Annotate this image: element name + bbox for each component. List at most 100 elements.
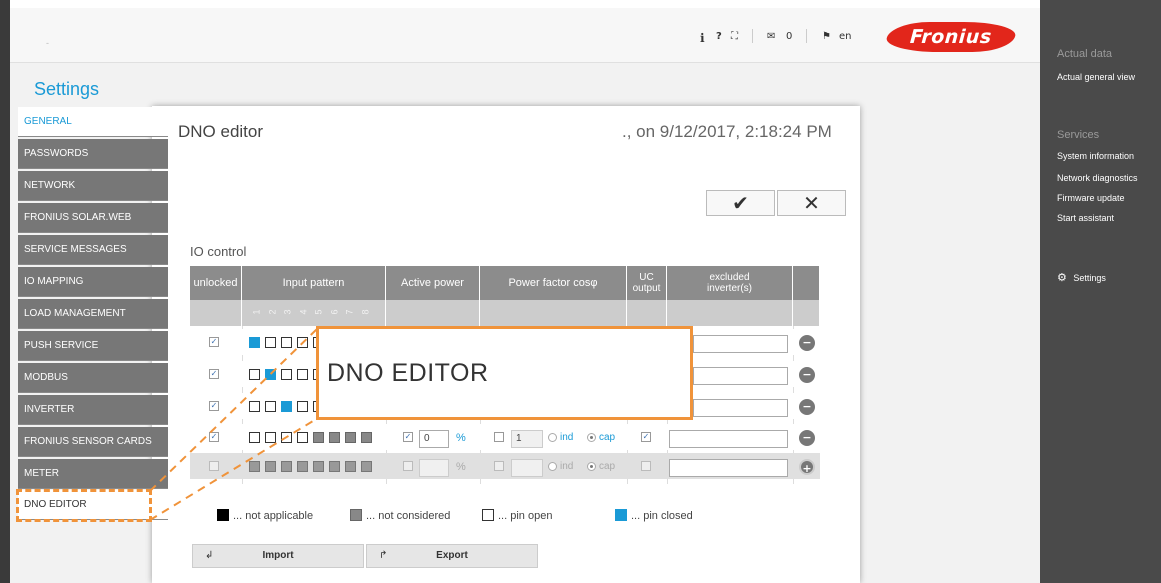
menu-item-io-mapping[interactable]: IO MAPPING [18, 267, 168, 297]
input-pin[interactable] [345, 461, 356, 472]
start-assistant-link[interactable]: Start assistant [1057, 213, 1114, 223]
input-pin[interactable] [249, 461, 260, 472]
uc-output-checkbox[interactable]: ✓ [641, 432, 651, 442]
active-power-checkbox[interactable] [403, 461, 413, 471]
active-power-unit: % [456, 461, 466, 473]
menu-item-fronius-sensor-cards[interactable]: FRONIUS SENSOR CARDS [18, 427, 168, 457]
col-excluded-header: excluded inverter(s) [667, 266, 793, 300]
input-pin[interactable] [265, 432, 276, 443]
input-pin[interactable] [329, 432, 340, 443]
input-pin[interactable] [297, 432, 308, 443]
help-icon[interactable]: ? [716, 31, 722, 42]
excluded-inverters-input[interactable] [693, 335, 788, 353]
excluded-inverters-input[interactable] [693, 399, 788, 417]
input-pin[interactable] [281, 369, 292, 380]
excluded-inverters-input[interactable] [669, 430, 788, 448]
power-factor-input[interactable]: 1 [511, 430, 543, 448]
power-factor-input[interactable] [511, 459, 543, 477]
input-pin[interactable] [329, 461, 340, 472]
menu-item-meter[interactable]: METER [18, 459, 168, 489]
input-pin[interactable] [281, 337, 292, 348]
input-pin[interactable] [249, 401, 260, 412]
menu-item-service-messages[interactable]: SERVICE MESSAGES [18, 235, 168, 265]
power-factor-checkbox[interactable] [494, 461, 504, 471]
power-factor-checkbox[interactable] [494, 432, 504, 442]
input-pin[interactable] [313, 432, 324, 443]
active-power-input[interactable] [419, 459, 449, 477]
input-pin[interactable] [281, 432, 292, 443]
menu-item-fronius-solar-web[interactable]: FRONIUS SOLAR.WEB [18, 203, 168, 233]
ind-radio[interactable] [548, 433, 557, 442]
fullscreen-icon[interactable]: ⛶ [731, 31, 738, 42]
unlocked-checkbox[interactable]: ✓ [209, 369, 219, 379]
remove-row-button[interactable]: − [799, 430, 815, 446]
input-pin[interactable] [249, 369, 260, 380]
flag-icon[interactable]: ⚑ [822, 31, 831, 42]
input-pin[interactable] [265, 461, 276, 472]
system-information-link[interactable]: System information [1057, 151, 1134, 161]
menu-item-passwords[interactable]: PASSWORDS [18, 139, 168, 169]
input-pin[interactable] [297, 461, 308, 472]
menu-item-inverter[interactable]: INVERTER [18, 395, 168, 425]
input-pin[interactable] [281, 401, 292, 412]
gear-icon: ⚙ [1057, 271, 1067, 284]
info-icon[interactable]: ℹ [700, 31, 705, 45]
add-row-button[interactable]: + [799, 459, 815, 475]
input-pin[interactable] [313, 461, 324, 472]
firmware-update-link[interactable]: Firmware update [1057, 193, 1125, 203]
input-pin[interactable] [297, 401, 308, 412]
settings-link[interactable]: ⚙ Settings [1057, 271, 1106, 284]
actual-general-view-link[interactable]: Actual general view [1057, 72, 1135, 82]
legend-pin-open: ... pin open [498, 510, 553, 522]
input-pin[interactable] [345, 432, 356, 443]
active-power-input[interactable]: 0 [419, 430, 449, 448]
input-pin[interactable] [281, 461, 292, 472]
remove-row-button[interactable]: − [799, 399, 815, 415]
remove-row-button[interactable]: − [799, 367, 815, 383]
menu-item-network[interactable]: NETWORK [18, 171, 168, 201]
input-pin[interactable] [265, 401, 276, 412]
cancel-button[interactable]: ✕ [777, 190, 846, 216]
confirm-button[interactable]: ✔ [706, 190, 775, 216]
top-bar [10, 8, 1040, 62]
mail-icon[interactable]: ✉ [767, 31, 775, 42]
actual-data-heading: Actual data [1057, 48, 1113, 60]
export-label: Export [436, 550, 468, 561]
menu-item-load-management[interactable]: LOAD MANAGEMENT [18, 299, 168, 329]
input-pin[interactable] [297, 369, 308, 380]
remove-row-button[interactable]: − [799, 335, 815, 351]
language-selector[interactable]: en [839, 31, 852, 42]
network-diagnostics-link[interactable]: Network diagnostics [1057, 173, 1138, 183]
import-label: Import [262, 550, 294, 561]
excluded-inverters-input[interactable] [669, 459, 788, 477]
menu-item-push-service[interactable]: PUSH SERVICE [18, 331, 168, 361]
cap-radio[interactable] [587, 462, 596, 471]
active-power-checkbox[interactable]: ✓ [403, 432, 413, 442]
legend-pin-closed: ... pin closed [631, 510, 693, 522]
mail-count: 0 [786, 31, 793, 42]
import-button[interactable]: ↲ Import [192, 544, 364, 568]
io-control-heading: IO control [190, 244, 247, 259]
unlocked-checkbox[interactable]: ✓ [209, 337, 219, 347]
dialog-date: ., on 9/12/2017, 2:18:24 PM [622, 122, 832, 141]
export-button[interactable]: ↱ Export [366, 544, 538, 568]
input-pin[interactable] [249, 337, 260, 348]
input-pin[interactable] [249, 432, 260, 443]
input-pin[interactable] [265, 369, 276, 380]
input-pin[interactable] [265, 337, 276, 348]
col-active-power-header: Active power [386, 266, 480, 300]
unlocked-checkbox[interactable] [209, 461, 219, 471]
input-pin[interactable] [361, 432, 372, 443]
menu-item-general[interactable]: GENERAL [18, 107, 168, 137]
uc-output-checkbox[interactable] [641, 461, 651, 471]
input-pin[interactable] [297, 337, 308, 348]
menu-item-modbus[interactable]: MODBUS [18, 363, 168, 393]
input-pin[interactable] [361, 461, 372, 472]
ind-radio[interactable] [548, 462, 557, 471]
window-edge [0, 0, 10, 583]
unlocked-checkbox[interactable]: ✓ [209, 401, 219, 411]
unlocked-checkbox[interactable]: ✓ [209, 432, 219, 442]
cap-radio[interactable] [587, 433, 596, 442]
excluded-inverters-input[interactable] [693, 367, 788, 385]
subheader-cell [627, 300, 667, 326]
